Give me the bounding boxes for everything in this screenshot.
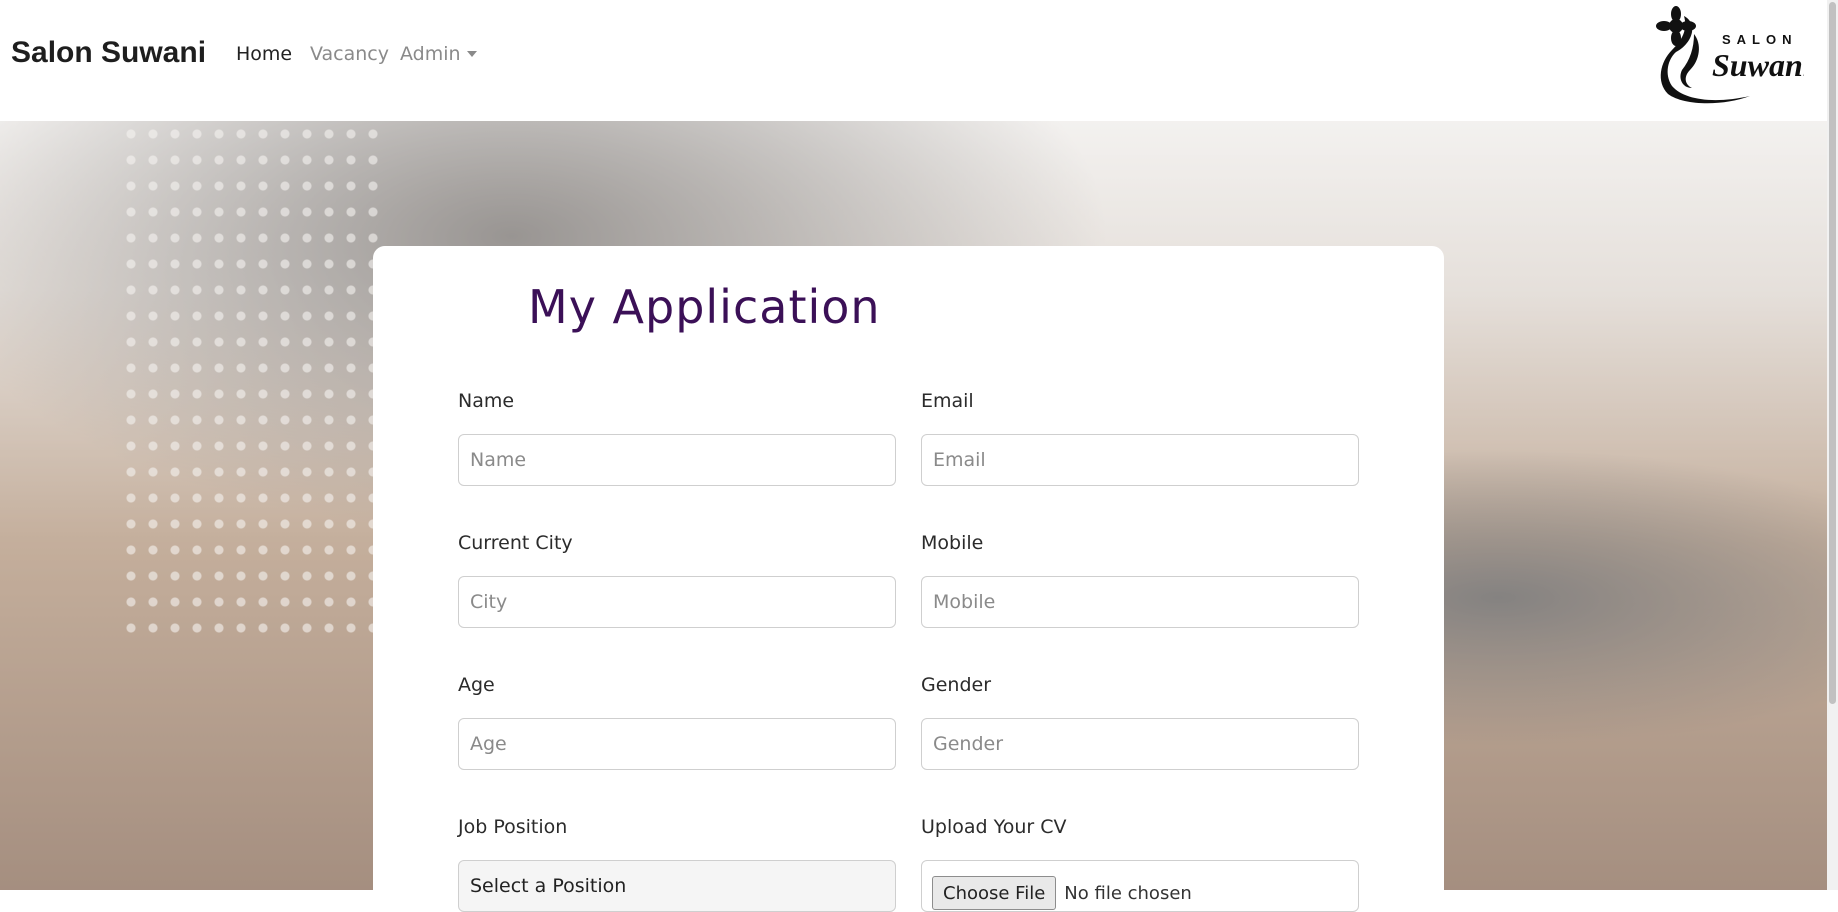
file-status-text: No file chosen [1064, 882, 1192, 904]
email-label: Email [921, 390, 974, 412]
mobile-label: Mobile [921, 532, 984, 554]
gender-label: Gender [921, 674, 992, 696]
brand-link[interactable]: Salon Suwani [11, 36, 206, 70]
mobile-group: Mobile [921, 532, 1359, 628]
choose-file-button[interactable]: Choose File [932, 876, 1057, 910]
city-group: Current City [458, 532, 896, 628]
name-input[interactable] [458, 434, 896, 486]
scrollbar-thumb[interactable] [1829, 2, 1836, 704]
position-group: Job Position Select a Position [458, 816, 896, 912]
application-card: My Application Name Email Current City M… [373, 246, 1444, 912]
page-title: My Application [528, 280, 881, 334]
gender-group: Gender [921, 674, 1359, 770]
name-label: Name [458, 390, 515, 412]
nav-vacancy[interactable]: Vacancy [310, 43, 389, 65]
position-select[interactable]: Select a Position [458, 860, 896, 912]
cv-group: Upload Your CV Choose File No file chose… [921, 816, 1359, 912]
city-label: Current City [458, 532, 573, 554]
name-group: Name [458, 390, 896, 486]
city-input[interactable] [458, 576, 896, 628]
logo-big-text: Suwani [1712, 47, 1804, 83]
email-input[interactable] [921, 434, 1359, 486]
nav-admin-label: Admin [400, 43, 461, 65]
nav-admin-dropdown[interactable]: Admin [400, 43, 477, 65]
mobile-input[interactable] [921, 576, 1359, 628]
age-label: Age [458, 674, 495, 696]
caret-down-icon [466, 51, 477, 57]
gender-input[interactable] [921, 718, 1359, 770]
email-group: Email [921, 390, 1359, 486]
cv-label: Upload Your CV [921, 816, 1067, 838]
cv-file-input[interactable]: Choose File No file chosen [921, 860, 1359, 912]
salon-suwani-logo[interactable]: SALON Suwani [1654, 4, 1804, 108]
page-scrollbar[interactable] [1827, 0, 1838, 890]
navbar: Salon Suwani Home Vacancy Admin SALON Su… [0, 0, 1827, 121]
position-label: Job Position [458, 816, 568, 838]
nav-home[interactable]: Home [236, 43, 292, 65]
age-group: Age [458, 674, 896, 770]
logo-small-text: SALON [1722, 32, 1798, 47]
age-input[interactable] [458, 718, 896, 770]
